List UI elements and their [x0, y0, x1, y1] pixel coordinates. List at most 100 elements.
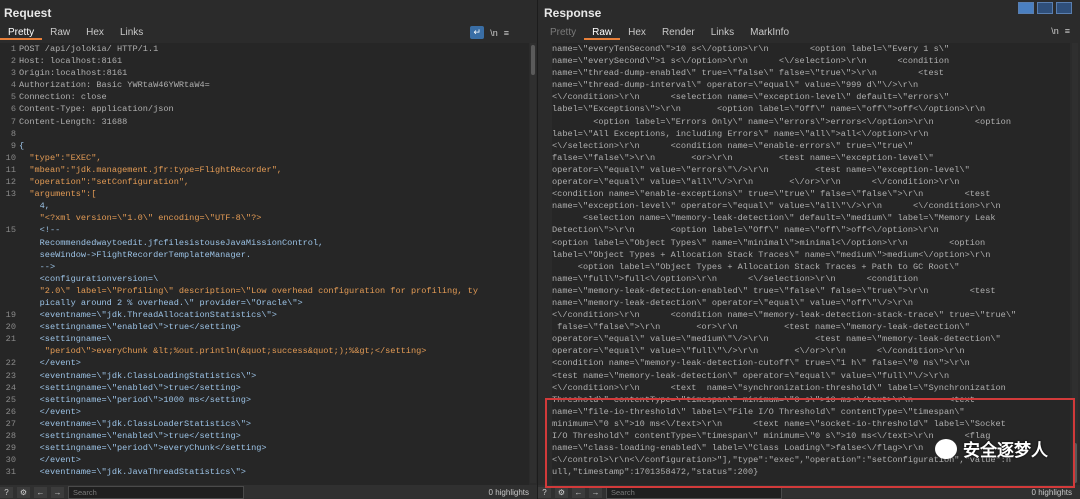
response-line: <\/selection>\r\n <condition name=\"enab… [552, 140, 913, 151]
request-line: 4 Authorization: Basic YWRtaW46YWRtaW4= [0, 79, 529, 91]
next-arrow-icon[interactable]: → [51, 486, 64, 498]
request-line: "2.0\" label=\"Profiling\" description=\… [0, 285, 529, 297]
response-scrollbar[interactable] [1072, 43, 1078, 483]
line-text: "<?xml version=\"1.0\" encoding=\"UTF-8\… [19, 213, 262, 224]
response-line: <option label=\"Errors Only\" name=\"err… [552, 116, 1011, 127]
prev-arrow-icon[interactable]: ← [572, 486, 585, 498]
menu-icon[interactable]: ≡ [504, 28, 509, 38]
response-line: label=\"Object Types + Allocation Stack … [552, 249, 991, 260]
request-line: 23 <eventname=\"jdk.ClassLoadingStatisti… [0, 370, 529, 382]
line-text: Authorization: Basic YWRtaW46YWRtaW4= [19, 80, 210, 91]
request-line: 22 </event> [0, 357, 529, 369]
line-text: Recommendedwaytoedit.jfcfilesistouseJava… [19, 237, 324, 248]
tab-markinfo[interactable]: MarkInfo [742, 26, 797, 40]
line-number: 25 [5, 394, 16, 405]
response-bottom-bar: ? ⚙ ← → Search 0 highlights [538, 485, 1080, 499]
request-editor[interactable]: 1 POST /api/jolokia/ HTTP/1.1 2 Host: local… [0, 43, 529, 485]
settings-gear-icon[interactable]: ⚙ [555, 486, 568, 498]
settings-gear-icon[interactable]: ⚙ [17, 486, 30, 498]
tab-raw[interactable]: Raw [584, 26, 621, 40]
request-line: 21 <settingname=\ [0, 333, 529, 345]
response-tools: \n ≡ [1051, 26, 1070, 36]
request-search-input[interactable]: Search [68, 485, 244, 499]
request-line: 29 <settingname=\"period\">everyChunk</s… [0, 442, 529, 454]
line-number: 1 [10, 44, 16, 54]
tab-links[interactable]: Links [112, 26, 151, 40]
line-number: 12 [5, 177, 16, 188]
response-line: <test name=\"memory-leak-detection\" ope… [552, 370, 950, 381]
line-text: Content-Length: 31688 [19, 116, 128, 127]
line-text: Connection: close [19, 92, 107, 103]
tab-raw[interactable]: Raw [42, 26, 78, 40]
help-icon[interactable]: ? [538, 486, 551, 498]
response-line: name=\"full\">full<\/option>\r\n <\/sele… [552, 273, 919, 284]
request-line: 24 <settingname=\"enabled\">true</settin… [0, 382, 529, 394]
request-line: 30 </event> [0, 454, 529, 466]
tab-pretty[interactable]: Pretty [0, 26, 43, 40]
line-text: <settingname=\ [19, 334, 112, 345]
line-text: <eventname=\"jdk.ThreadAllocationStatist… [19, 310, 277, 321]
line-text: <settingname=\"period\">1000 ms</setting… [19, 394, 252, 405]
line-number: 19 [5, 310, 16, 321]
tab-hex[interactable]: Hex [620, 26, 654, 40]
tab-render[interactable]: Render [654, 26, 703, 40]
line-number: 8 [10, 128, 16, 139]
line-number: 11 [5, 164, 16, 175]
next-arrow-icon[interactable]: → [589, 486, 602, 498]
line-number: 30 [5, 455, 16, 466]
menu-icon[interactable]: ≡ [1065, 26, 1070, 36]
response-editor[interactable]: name=\"everyTenSecond\">10 s<\/option>\r… [552, 43, 1070, 485]
layout-horizontal-icon[interactable] [1037, 2, 1053, 14]
line-number: 23 [5, 370, 16, 381]
response-line: label=\"All Exceptions, including Errors… [552, 128, 929, 139]
tab-pretty[interactable]: Pretty [542, 26, 584, 40]
show-newlines-button[interactable]: \n [1051, 26, 1059, 36]
prev-arrow-icon[interactable]: ← [34, 486, 47, 498]
response-line: name=\"file-io-threshold\" label=\"File … [552, 406, 965, 417]
response-tabs: Pretty Raw Hex Render Links MarkInfo [542, 26, 797, 40]
response-line: <selection name=\"memory-leak-detection\… [552, 213, 996, 224]
watermark: 安全逐梦人 [935, 436, 1048, 461]
response-line: <\/condition>\r\n <text name=\"synchroni… [552, 382, 1006, 393]
request-line: 4, [0, 200, 529, 212]
request-line: "period\">everyChunk &lt;%out.println(&q… [0, 345, 529, 357]
request-title: Request [4, 6, 52, 20]
line-number: 28 [5, 431, 16, 441]
response-line: operator=\"equal\" value=\"all\"\/>\r\n … [552, 177, 960, 188]
line-number: 10 [5, 152, 16, 163]
line-number: 7 [10, 116, 16, 127]
tab-hex[interactable]: Hex [78, 26, 112, 40]
request-line: 7 Content-Length: 31688 [0, 116, 529, 128]
request-pane: Request Pretty Raw Hex Links ↵ \n ≡ 1 POST /… [0, 0, 538, 499]
request-scrollbar[interactable] [530, 43, 536, 483]
request-line: "<?xml version=\"1.0\" encoding=\"UTF-8\… [0, 212, 529, 224]
request-line: 26 </event> [0, 406, 529, 418]
wrap-lines-icon[interactable]: ↵ [470, 26, 485, 39]
line-number: 31 [5, 467, 16, 478]
line-text: <eventname=\"jdk.ClassLoaderStatistics\"… [19, 418, 252, 429]
layout-vertical-icon[interactable] [1056, 2, 1072, 14]
response-search-input[interactable]: Search [606, 485, 782, 499]
request-line: 20 <settingname=\"enabled\">true</settin… [0, 321, 529, 333]
request-line: 12 "operation":"setConfiguration", [0, 176, 529, 188]
line-number: 26 [5, 406, 16, 417]
tab-links[interactable]: Links [703, 26, 742, 40]
line-text: "2.0\" label=\"Profiling\" description=\… [19, 285, 478, 296]
line-text: 4, [19, 201, 50, 212]
help-icon[interactable]: ? [0, 486, 13, 498]
response-line: name=\"everySecond\">1 s<\/option>\r\n <… [552, 56, 950, 67]
line-number: 2 [10, 56, 16, 67]
request-line: <configurationversion=\ [0, 273, 529, 285]
show-newlines-button[interactable]: \n [490, 28, 498, 38]
line-text: POST /api/jolokia/ HTTP/1.1 [19, 44, 159, 54]
response-line: <condition name=\"memory-leak-detection-… [552, 358, 970, 369]
response-line: <\/condition>\r\n <condition name=\"memo… [552, 310, 1017, 321]
response-line: Detection\">\r\n <option label=\"Off\" n… [552, 225, 939, 236]
line-number: 24 [5, 382, 16, 393]
request-line: 6 Content-Type: application/json [0, 103, 529, 115]
line-text: "mbean":"jdk.management.jfr:type=FlightR… [19, 164, 283, 175]
layout-split-icon[interactable] [1018, 2, 1034, 14]
line-text: "operation":"setConfiguration", [19, 177, 190, 188]
request-line: 28 <settingname=\"enabled\">true</settin… [0, 430, 529, 442]
line-text: Content-Type: application/json [19, 104, 174, 115]
